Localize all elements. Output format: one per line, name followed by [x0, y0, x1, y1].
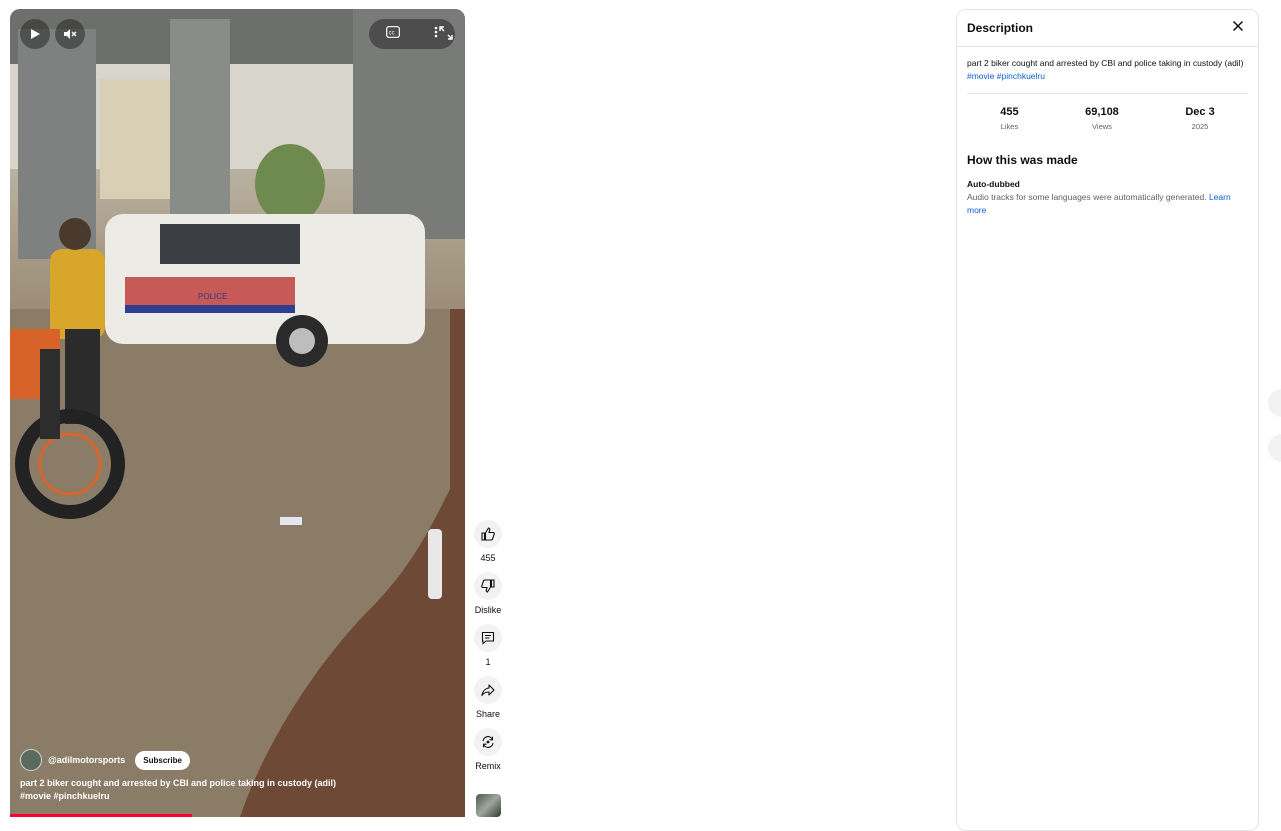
thumbs-down-icon	[481, 579, 495, 593]
fullscreen-button[interactable]	[439, 26, 453, 45]
channel-name[interactable]: @adilmotorsports	[48, 755, 125, 765]
close-button[interactable]	[1232, 19, 1244, 37]
mute-button[interactable]	[55, 19, 85, 49]
scene-police-text: POLICE	[198, 292, 227, 301]
stat-label: Views	[1092, 122, 1112, 131]
stat-value: Dec 3	[1185, 106, 1215, 118]
captions-button[interactable]: cc	[386, 25, 400, 43]
video-title-text: part 2 biker cought and arrested by CBI …	[20, 778, 337, 788]
remix-button[interactable]	[474, 728, 502, 756]
video-frame: POLICE	[10, 9, 465, 817]
captions-icon: cc	[386, 26, 400, 38]
like-action: 455	[474, 520, 502, 563]
svg-text:cc: cc	[389, 31, 395, 37]
description-header: Description	[957, 10, 1258, 47]
stat-label: 2025	[1191, 122, 1209, 131]
share-button[interactable]	[474, 676, 502, 704]
comment-action: 1	[474, 624, 502, 667]
stat-value: 455	[1000, 106, 1019, 118]
like-count: 455	[480, 553, 496, 563]
hashtag-movie[interactable]: #movie	[967, 71, 994, 81]
video-overlay-meta: @adilmotorsports Subscribe part 2 biker …	[20, 749, 440, 803]
share-action: Share	[474, 676, 502, 719]
share-label: Share	[475, 709, 501, 719]
more-options-button[interactable]	[434, 25, 438, 43]
subscribe-button[interactable]: Subscribe	[135, 750, 190, 770]
remix-icon	[482, 736, 494, 748]
description-panel: Description part 2 biker cought and arre…	[956, 9, 1259, 831]
next-video-button[interactable]	[1268, 434, 1281, 462]
description-title: Description	[967, 21, 1034, 35]
mute-icon	[64, 29, 77, 39]
play-icon	[31, 29, 40, 39]
stat-date: Dec 3 2025	[1185, 106, 1214, 131]
thumbs-up-icon	[481, 527, 495, 541]
previous-video-button[interactable]	[1268, 389, 1281, 417]
sound-thumbnail[interactable]	[476, 794, 501, 817]
video-title[interactable]: part 2 biker cought and arrested by CBI …	[20, 777, 440, 803]
stat-likes: 455 Likes	[1000, 106, 1018, 131]
how-made-title: How this was made	[967, 153, 1078, 167]
description-body: part 2 biker cought and arrested by CBI …	[967, 58, 1244, 68]
auto-dubbed-description: Audio tracks for some languages were aut…	[967, 192, 1207, 202]
comment-icon	[481, 631, 495, 645]
comment-count: 1	[485, 657, 491, 667]
video-title-tags[interactable]: #movie #pinchkuelru	[20, 790, 440, 803]
comments-button[interactable]	[474, 624, 502, 652]
channel-avatar[interactable]	[20, 749, 42, 771]
video-player[interactable]: POLICE cc @adilmotorsports Subscribe par…	[10, 9, 465, 817]
play-button[interactable]	[20, 19, 50, 49]
hashtag-pinchkuelru[interactable]: #pinchkuelru	[997, 71, 1045, 81]
dislike-label: Dislike	[474, 605, 502, 615]
stat-views: 69,108 Views	[1085, 106, 1119, 131]
stats-row: 455 Likes 69,108 Views Dec 3 2025	[967, 93, 1248, 131]
remix-label: Remix	[475, 761, 501, 771]
stat-label: Likes	[1000, 122, 1019, 131]
share-icon	[481, 684, 495, 697]
stat-value: 69,108	[1085, 106, 1119, 118]
remix-action: Remix	[474, 728, 502, 771]
close-icon	[1232, 20, 1244, 32]
auto-dubbed-text: Audio tracks for some languages were aut…	[967, 191, 1248, 217]
like-button[interactable]	[474, 520, 502, 548]
dislike-action: Dislike	[474, 572, 502, 615]
fullscreen-icon	[439, 26, 453, 40]
auto-dubbed-label: Auto-dubbed	[967, 179, 1020, 189]
dislike-button[interactable]	[474, 572, 502, 600]
action-bar: 455 Dislike 1 Share Remix	[474, 520, 502, 780]
description-text: part 2 biker cought and arrested by CBI …	[967, 57, 1248, 83]
more-icon	[434, 26, 438, 38]
